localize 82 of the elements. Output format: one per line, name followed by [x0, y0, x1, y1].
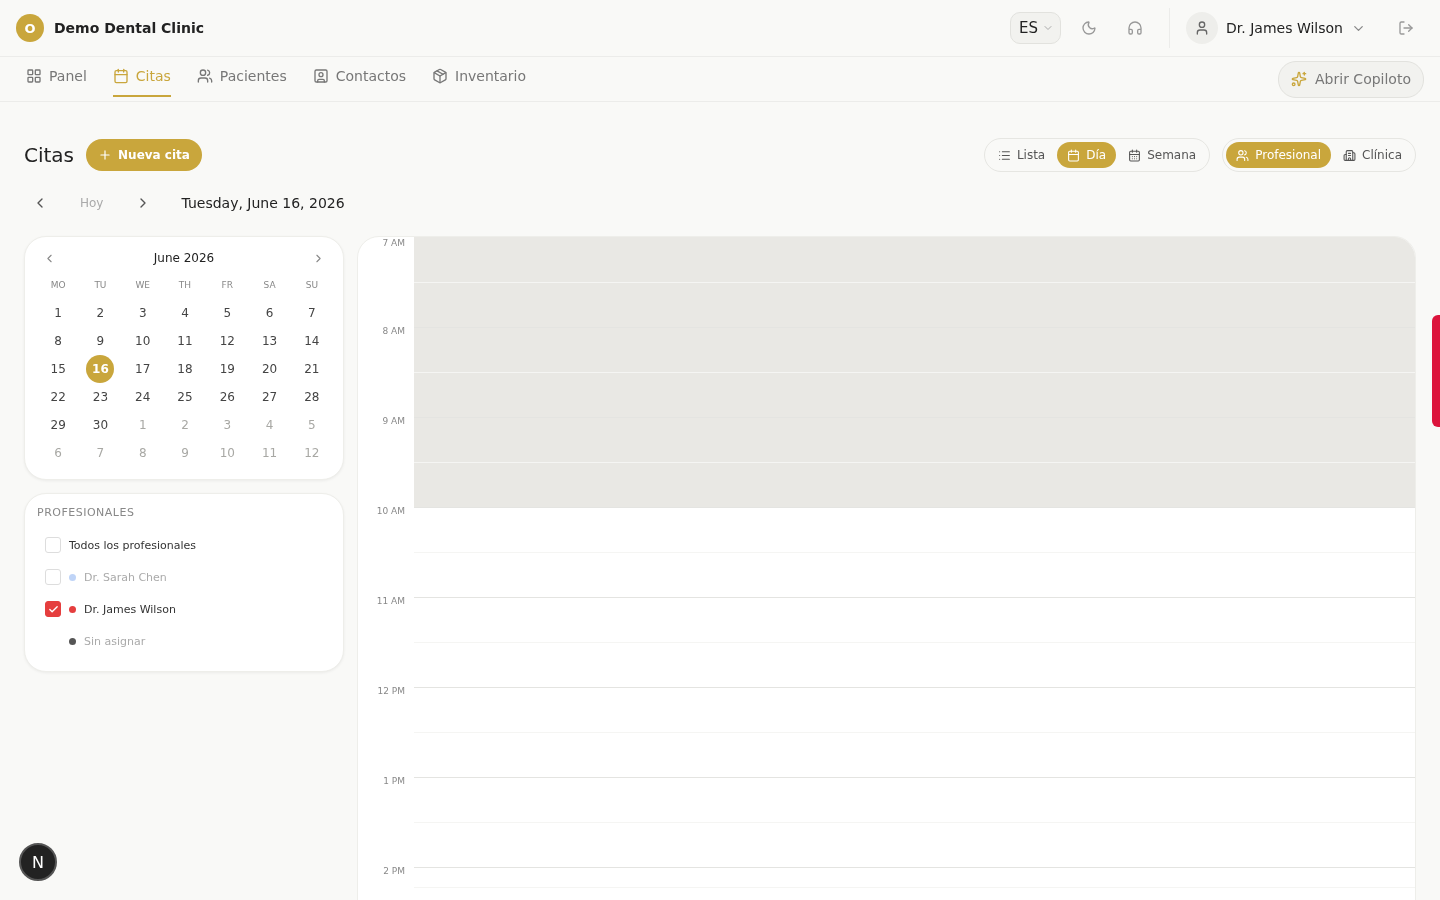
users-icon — [1236, 148, 1250, 162]
calendar-day[interactable]: 30 — [86, 411, 115, 439]
calendar-icon — [1128, 148, 1142, 162]
moon-icon — [1081, 20, 1098, 36]
hour-label: 7 AM — [381, 237, 406, 250]
section-title: PROFESIONALES — [37, 506, 136, 519]
check-icon — [47, 603, 59, 615]
calendar-day[interactable]: 25 — [171, 383, 199, 411]
calendar-day[interactable]: 17 — [128, 355, 157, 383]
logout-icon — [1398, 20, 1414, 36]
calendar-day[interactable]: 27 — [255, 383, 284, 411]
avatar-icon — [1186, 12, 1219, 44]
copilot-button[interactable]: Abrir Copiloto — [1278, 60, 1424, 98]
weekday-label: WE — [135, 279, 150, 292]
calendar-day[interactable]: 29 — [44, 411, 73, 439]
nav-tab[interactable]: Inventario — [432, 57, 527, 97]
weekday-label: TH — [178, 279, 192, 292]
calendar-day[interactable]: 24 — [128, 383, 157, 411]
side-tab[interactable] — [1432, 315, 1440, 427]
language-select[interactable]: ES — [1010, 12, 1062, 44]
calendar-icon — [112, 68, 129, 84]
calendar-day[interactable]: 20 — [255, 355, 284, 383]
view-tab[interactable]: Lista — [987, 142, 1056, 168]
calendar-day[interactable]: 9 — [86, 327, 115, 355]
weekday-label: FR — [221, 279, 233, 292]
building-icon — [1343, 148, 1357, 162]
hour-label: 9 AM — [381, 417, 406, 428]
calendar-day[interactable]: 12 — [213, 327, 242, 355]
hour-label: 2 PM — [382, 867, 406, 878]
hour-label: 11 AM — [375, 597, 406, 608]
calendar-day[interactable]: 19 — [213, 355, 242, 383]
hour-label: 10 AM — [375, 507, 406, 518]
calendar-day[interactable]: 26 — [213, 383, 242, 411]
grid-icon — [26, 68, 42, 84]
calendar-day[interactable]: 11 — [171, 327, 199, 355]
weekday-label: TU — [94, 279, 107, 292]
current-date: Tuesday, June 16, 2026 — [181, 195, 345, 211]
calendar-day[interactable]: 10 — [128, 327, 157, 355]
hour-label: 12 PM — [376, 687, 406, 698]
view-tab[interactable]: Semana — [1118, 142, 1207, 168]
calendar-day[interactable]: 1 — [44, 299, 73, 327]
clinic-logo: O — [16, 14, 44, 42]
calendar-day[interactable]: 18 — [171, 355, 199, 383]
calendar-day[interactable]: 14 — [297, 327, 326, 355]
plus-icon — [98, 148, 113, 162]
calendar-day[interactable]: 28 — [297, 383, 326, 411]
checkbox[interactable] — [45, 601, 61, 617]
page-title: Citas — [24, 143, 75, 167]
calendar-day[interactable]: 6 — [255, 299, 284, 327]
calendar-day[interactable]: 22 — [44, 383, 73, 411]
calendar-day[interactable]: 2 — [86, 299, 115, 327]
calendar-day[interactable]: 8 — [44, 327, 73, 355]
calendar-day[interactable]: 4 — [171, 299, 199, 327]
weekday-label: MO — [50, 279, 66, 292]
month-title: June 2026 — [153, 251, 215, 265]
calendar-day[interactable]: 23 — [86, 383, 115, 411]
calendar-day[interactable]: 3 — [128, 299, 157, 327]
nav-tab[interactable]: Pacientes — [196, 57, 287, 97]
users-icon — [196, 68, 213, 84]
list-icon — [997, 148, 1011, 162]
sparkles-icon — [1291, 71, 1308, 87]
dev-badge[interactable]: N — [19, 843, 57, 881]
weekday-label: SU — [305, 279, 318, 292]
calendar-icon — [1067, 148, 1081, 162]
headset-icon — [1127, 20, 1144, 36]
group-tab[interactable]: Clínica — [1333, 142, 1412, 168]
calendar-day[interactable]: 7 — [297, 299, 326, 327]
calendar-day[interactable]: 21 — [297, 355, 326, 383]
hour-label: 1 PM — [382, 777, 406, 788]
box-icon — [432, 68, 448, 84]
nav-tab[interactable]: Panel — [26, 57, 87, 97]
professional-option[interactable]: Todos los profesionales — [37, 529, 331, 561]
hour-label: 8 AM — [381, 327, 406, 338]
user-menu-button[interactable]: Dr. James Wilson — [1186, 12, 1366, 44]
clinic-name: Demo Dental Clinic — [54, 20, 205, 36]
calendar-day[interactable]: 5 — [213, 299, 242, 327]
contact-card-icon — [312, 68, 329, 84]
nav-tab[interactable]: Contactos — [312, 57, 406, 97]
professional-option[interactable]: Dr. James Wilson — [37, 593, 331, 625]
weekday-label: SA — [263, 279, 276, 292]
calendar-day[interactable]: 13 — [255, 327, 284, 355]
calendar-day[interactable]: 15 — [44, 355, 73, 383]
